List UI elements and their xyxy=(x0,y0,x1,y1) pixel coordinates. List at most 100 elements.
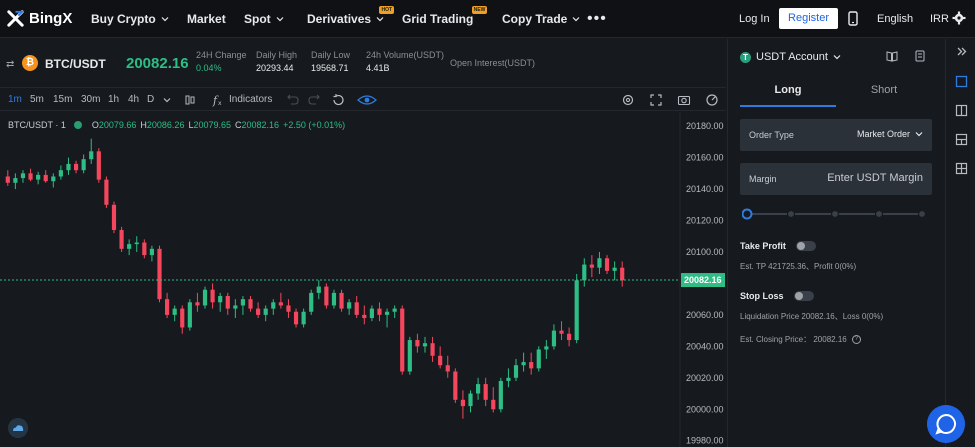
candle-body xyxy=(172,308,177,315)
margin-placeholder[interactable]: Enter USDT Margin xyxy=(827,172,923,184)
candle-body xyxy=(187,302,192,328)
y-tick-label: 20060.00 xyxy=(686,310,724,320)
timeframe-5m[interactable]: 5m xyxy=(30,94,44,105)
swap-icon[interactable]: ⇄ xyxy=(6,59,14,70)
legend-change: +2.50 (+0.01%) xyxy=(283,120,346,130)
candle-body xyxy=(438,355,443,366)
tp-info: Est. TP 421725.36、Profit 0(0%) xyxy=(740,261,856,272)
nav-grid-trading[interactable]: Grid Trading NEW xyxy=(402,6,488,26)
candlestick-type-icon[interactable] xyxy=(183,93,197,107)
indicators-button[interactable]: Indicators xyxy=(229,94,272,105)
register-button[interactable]: Register xyxy=(779,8,838,29)
btc-coin-icon: ₿ xyxy=(22,55,38,71)
mobile-app-icon[interactable] xyxy=(847,11,859,26)
chevron-down-icon xyxy=(833,55,841,60)
open-interest-label: Open Interest(USDT) xyxy=(450,58,536,68)
reset-icon[interactable] xyxy=(331,93,345,107)
settings-icon[interactable] xyxy=(621,93,635,107)
calculator-icon[interactable] xyxy=(914,50,926,62)
timeframe-15m[interactable]: 15m xyxy=(53,94,72,105)
margin-slider[interactable] xyxy=(742,207,926,221)
sl-info: Liquidation Price 20082.16、Loss 0(0%) xyxy=(740,311,883,322)
candle-body xyxy=(142,242,147,256)
candle-body xyxy=(278,302,283,306)
candle-body xyxy=(111,204,117,230)
candle-body xyxy=(73,163,79,171)
candle-body xyxy=(149,248,155,256)
chevron-down-icon xyxy=(276,17,284,22)
take-profit-label: Take Profit xyxy=(740,241,786,251)
tab-long[interactable]: Long xyxy=(740,84,836,96)
undo-icon[interactable] xyxy=(286,93,300,107)
brand-logo[interactable]: BingX xyxy=(6,9,72,28)
timeframe-4h[interactable]: 4h xyxy=(128,94,139,105)
take-profit-toggle[interactable] xyxy=(795,241,816,251)
candle-body xyxy=(339,292,344,309)
margin-input[interactable]: Margin Enter USDT Margin xyxy=(740,163,932,195)
nav-copy-trade[interactable]: Copy Trade xyxy=(502,12,580,26)
stat-value: 20293.44 xyxy=(256,63,294,73)
tp-info-text: Est. TP 421725.36、Profit 0(0%) xyxy=(740,262,857,271)
login-link[interactable]: Log In xyxy=(739,13,770,25)
chat-support-icon[interactable] xyxy=(927,405,965,443)
candle-body xyxy=(483,384,488,400)
currency-selector[interactable]: IRR xyxy=(930,13,949,25)
candle-body xyxy=(597,258,602,268)
candle-body xyxy=(415,340,420,347)
timeframe-1h[interactable]: 1h xyxy=(108,94,119,105)
pair-selector[interactable]: BTC/USDT xyxy=(45,57,106,71)
nav-buy-crypto[interactable]: Buy Crypto xyxy=(91,12,169,26)
candlestick-chart[interactable]: 20180.00 20160.00 20140.00 20120.00 20100.00… xyxy=(0,112,726,447)
nav-derivatives-label: Derivatives xyxy=(307,12,372,26)
tab-short[interactable]: Short xyxy=(836,84,932,96)
timeframe-1m[interactable]: 1m xyxy=(8,94,22,105)
function-icon[interactable]: fx xyxy=(211,93,225,107)
help-icon[interactable]: ? xyxy=(851,335,861,344)
candle-body xyxy=(589,264,594,268)
stop-loss-toggle[interactable] xyxy=(793,291,814,301)
nav-derivatives[interactable]: Derivatives HOT xyxy=(307,6,395,26)
eye-icon[interactable] xyxy=(356,93,378,107)
cloud-icon[interactable] xyxy=(8,418,28,438)
candle-body xyxy=(407,340,412,372)
layout-grid-icon[interactable] xyxy=(955,162,968,175)
timeframe-d[interactable]: D xyxy=(147,94,154,105)
timeframe-30m[interactable]: 30m xyxy=(81,94,100,105)
language-selector[interactable]: English xyxy=(877,13,913,25)
layout-three-icon[interactable] xyxy=(955,133,968,146)
nav-spot[interactable]: Spot xyxy=(244,12,284,26)
chevron-down-icon xyxy=(572,17,580,22)
book-icon[interactable] xyxy=(886,50,898,62)
active-tab-indicator xyxy=(740,105,836,107)
fullscreen-icon[interactable] xyxy=(649,93,663,107)
layout-split-icon[interactable] xyxy=(955,104,968,117)
more-menu-icon[interactable]: ••• xyxy=(587,10,607,28)
y-tick-label: 20100.00 xyxy=(686,247,724,257)
camera-icon[interactable] xyxy=(677,93,691,107)
y-tick-label: 19980.00 xyxy=(686,436,724,446)
nav-market[interactable]: Market xyxy=(187,12,226,26)
candle-body xyxy=(559,330,564,334)
layout-single-icon[interactable] xyxy=(955,75,968,88)
collapse-icon[interactable] xyxy=(955,45,968,58)
gauge-icon[interactable] xyxy=(705,93,719,107)
candle-body xyxy=(58,170,63,177)
candle-body xyxy=(104,179,109,205)
candle-body xyxy=(468,393,473,407)
brand-name: BingX xyxy=(29,10,73,27)
redo-icon[interactable] xyxy=(307,93,321,107)
stat-label: 24H Change xyxy=(196,50,247,60)
candle-body xyxy=(20,173,26,179)
candle-body xyxy=(506,377,511,381)
candle-body xyxy=(202,289,208,306)
price-chart[interactable]: 20180.00 20160.00 20140.00 20120.00 20100.00… xyxy=(0,112,726,447)
candle-body xyxy=(43,174,48,182)
candle-body xyxy=(331,292,337,306)
account-selector[interactable]: T USDT Account xyxy=(740,51,841,63)
chevron-down-icon[interactable] xyxy=(160,93,174,107)
candle-body xyxy=(536,349,541,369)
gear-icon[interactable] xyxy=(952,11,966,25)
order-type-select[interactable]: Order Type Market Order xyxy=(740,119,932,151)
legend-high-value: 20086.26 xyxy=(146,120,185,130)
legend-symbol: BTC/USDT · 1 xyxy=(8,120,66,130)
